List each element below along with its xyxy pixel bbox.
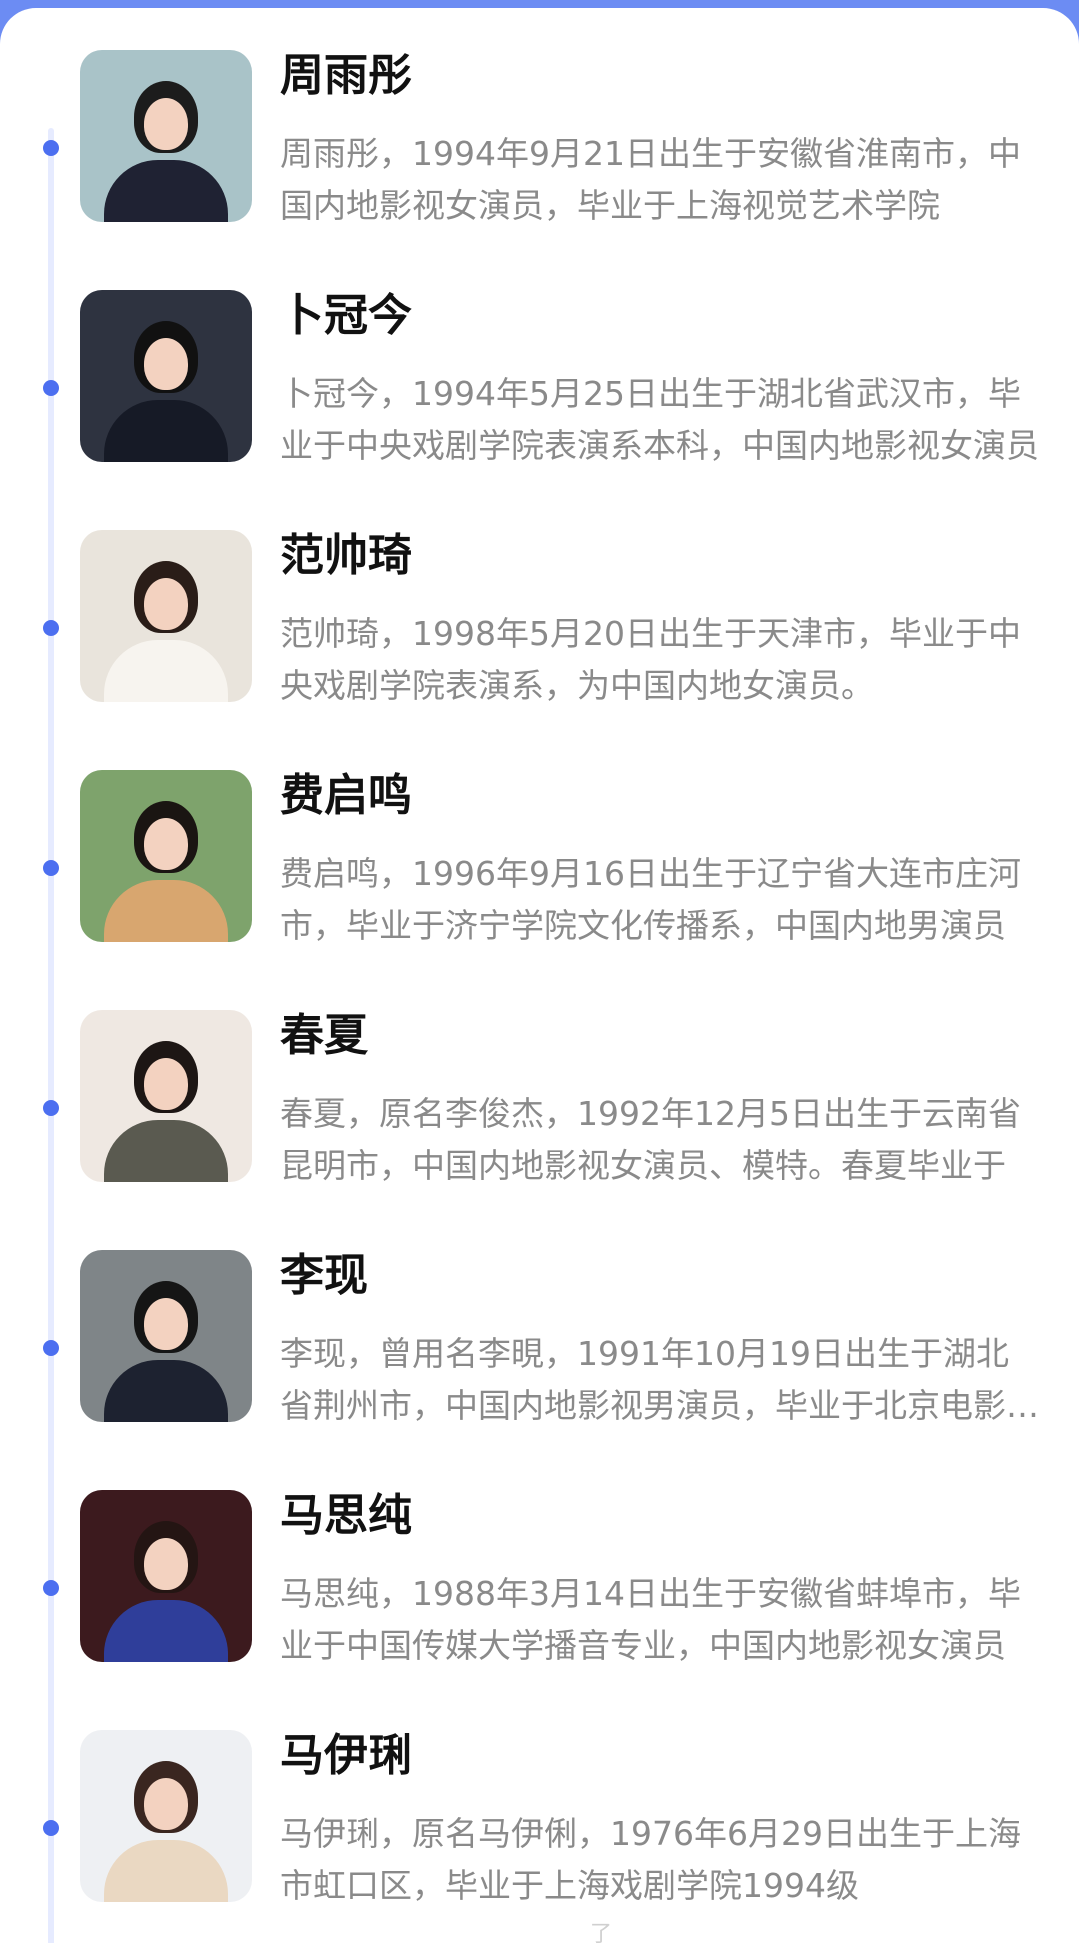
list-item[interactable]: 马伊琍 马伊琍，原名马伊俐，1976年6月29日出生于上海市虹口区，毕业于上海戏… [0,1730,1079,1943]
list-item[interactable]: 范帅琦 范帅琦，1998年5月20日出生于天津市，毕业于中央戏剧学院表演系，为中… [0,530,1079,770]
avatar[interactable] [80,50,252,222]
timeline-dot [43,140,59,156]
person-name[interactable]: 马伊琍 [280,1730,412,1782]
timeline-dot [43,1820,59,1836]
person-description: 周雨彤，1994年9月21日出生于安徽省淮南市，中国内地影视女演员，毕业于上海视… [280,134,1021,225]
person-timeline-list: 周雨彤 周雨彤，1994年9月21日出生于安徽省淮南市，中国内地影视女演员，毕业… [0,8,1079,1943]
timeline-dot [43,1340,59,1356]
timeline-dot [43,620,59,636]
person-name[interactable]: 周雨彤 [280,50,412,102]
list-item[interactable]: 周雨彤 周雨彤，1994年9月21日出生于安徽省淮南市，中国内地影视女演员，毕业… [0,50,1079,290]
list-item[interactable]: 李现 李现，曾用名李晛，1991年10月19日出生于湖北省荆州市，中国内地影视男… [0,1250,1079,1490]
watermark-text: 了 [590,1922,613,1943]
person-description: 春夏，原名李俊杰，1992年12月5日出生于云南省昆明市，中国内地影视女演员、模… [280,1094,1021,1185]
person-description: 范帅琦，1998年5月20日出生于天津市，毕业于中央戏剧学院表演系，为中国内地女… [280,614,1021,705]
person-description: 马思纯，1988年3月14日出生于安徽省蚌埠市，毕业于中国传媒大学播音专业，中国… [280,1574,1021,1665]
person-description: 马伊琍，原名马伊俐，1976年6月29日出生于上海市虹口区，毕业于上海戏剧学院1… [280,1814,1021,1905]
person-name[interactable]: 范帅琦 [280,530,412,582]
avatar[interactable] [80,290,252,462]
avatar[interactable] [80,1730,252,1902]
person-name[interactable]: 春夏 [280,1010,368,1062]
person-name[interactable]: 费启鸣 [280,770,412,822]
list-item[interactable]: 卜冠今 卜冠今，1994年5月25日出生于湖北省武汉市，毕业于中央戏剧学院表演系… [0,290,1079,530]
timeline-dot [43,860,59,876]
timeline-dot [43,1100,59,1116]
avatar[interactable] [80,770,252,942]
person-name[interactable]: 李现 [280,1250,368,1302]
person-description: 卜冠今，1994年5月25日出生于湖北省武汉市，毕业于中央戏剧学院表演系本科，中… [280,374,1039,465]
avatar[interactable] [80,530,252,702]
timeline-dot [43,380,59,396]
person-description: 费启鸣，1996年9月16日出生于辽宁省大连市庄河市，毕业于济宁学院文化传播系，… [280,854,1021,945]
avatar[interactable] [80,1490,252,1662]
list-item[interactable]: 春夏 春夏，原名李俊杰，1992年12月5日出生于云南省昆明市，中国内地影视女演… [0,1010,1079,1250]
avatar[interactable] [80,1010,252,1182]
person-description: 李现，曾用名李晛，1991年10月19日出生于湖北省荆州市，中国内地影视男演员，… [280,1334,1039,1425]
timeline-dot [43,1580,59,1596]
avatar[interactable] [80,1250,252,1422]
list-item[interactable]: 费启鸣 费启鸣，1996年9月16日出生于辽宁省大连市庄河市，毕业于济宁学院文化… [0,770,1079,1010]
list-item[interactable]: 马思纯 马思纯，1988年3月14日出生于安徽省蚌埠市，毕业于中国传媒大学播音专… [0,1490,1079,1730]
person-name[interactable]: 卜冠今 [280,290,412,342]
person-name[interactable]: 马思纯 [280,1490,412,1542]
